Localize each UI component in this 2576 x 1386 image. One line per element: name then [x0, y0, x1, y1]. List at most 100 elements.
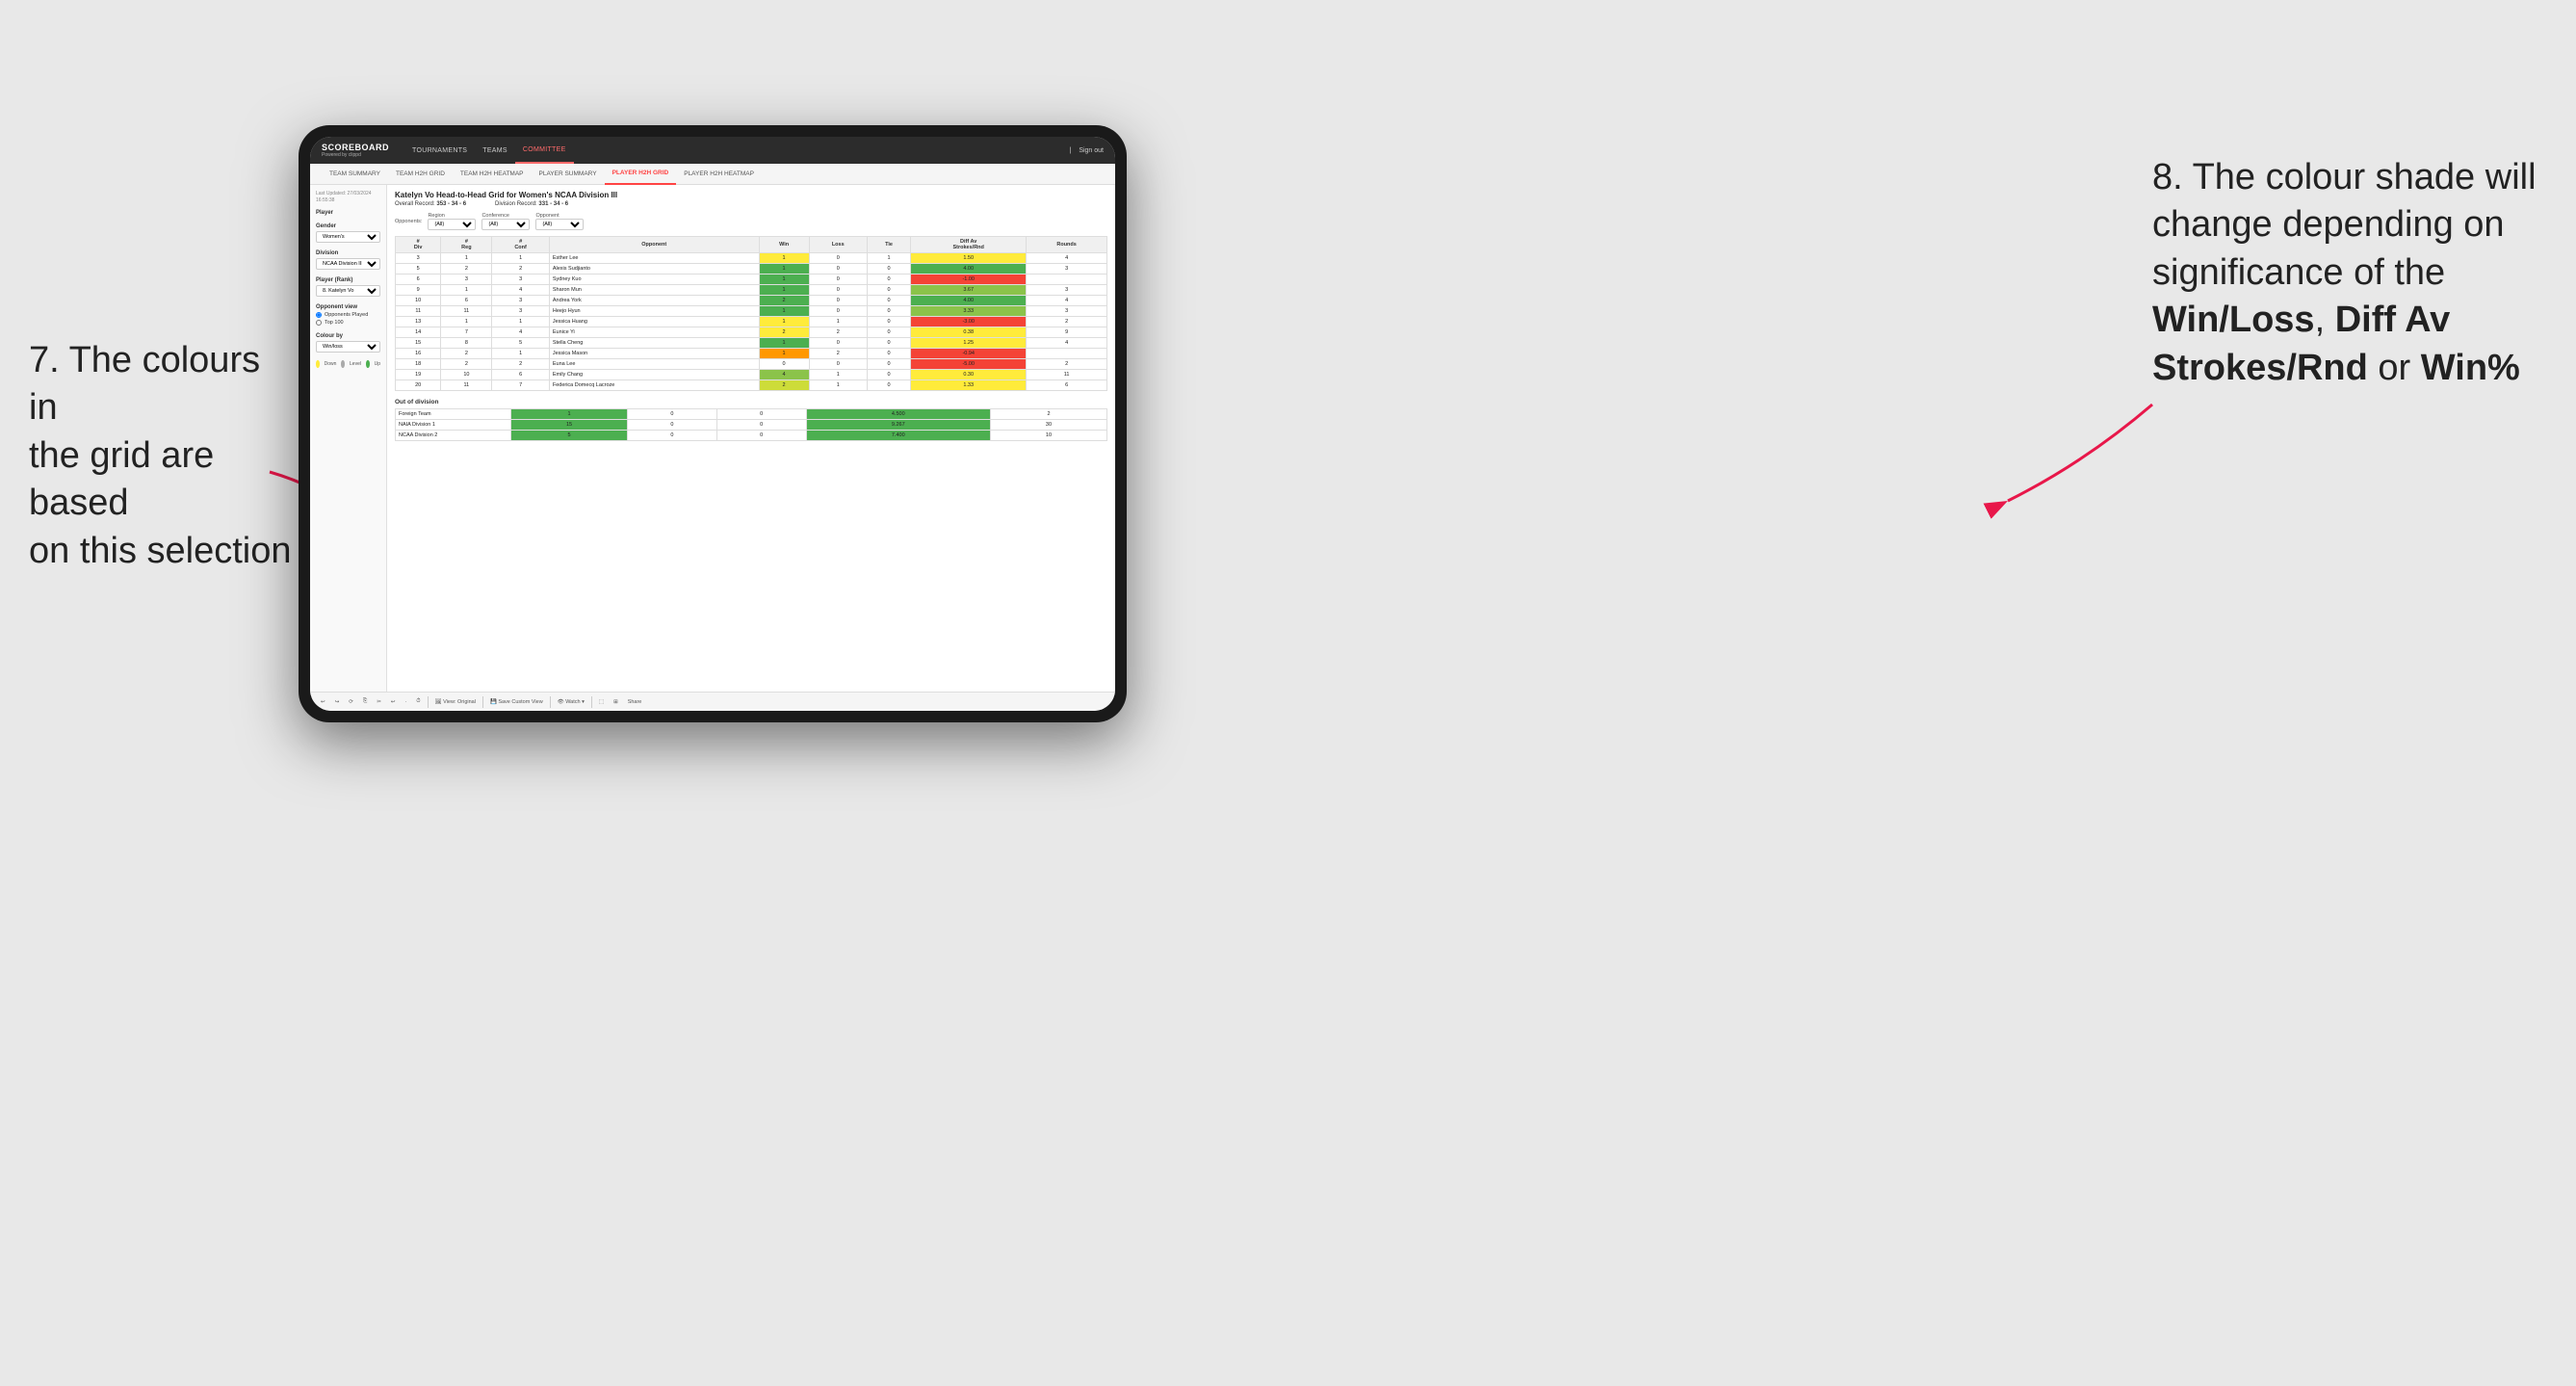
- sub-nav-team-h2h-heatmap[interactable]: TEAM H2H HEATMAP: [453, 164, 532, 185]
- back-button[interactable]: ↩: [388, 698, 399, 706]
- sub-nav-player-h2h-heatmap[interactable]: PLAYER H2H HEATMAP: [676, 164, 762, 185]
- level-dot: [341, 360, 345, 368]
- logo-area: SCOREBOARD Powered by clippd: [322, 143, 389, 158]
- cell-diff: 3.67: [911, 285, 1027, 296]
- cell-div: 5: [396, 264, 441, 275]
- cell-reg: 1: [441, 317, 492, 327]
- nav-teams[interactable]: TEAMS: [475, 137, 515, 164]
- top100-option[interactable]: Top 100: [316, 320, 380, 326]
- col-reg: #Reg: [441, 237, 492, 253]
- cell-label: NAIA Division 1: [396, 420, 511, 431]
- table-row: 10 6 3 Andrea York 2 0 0 4.00 4: [396, 296, 1107, 306]
- cell-div: 13: [396, 317, 441, 327]
- up-dot: [366, 360, 370, 368]
- down-dot: [316, 360, 320, 368]
- tablet-frame: SCOREBOARD Powered by clippd TOURNAMENTS…: [299, 125, 1127, 722]
- cell-diff: 3.33: [911, 306, 1027, 317]
- refresh-button[interactable]: ⟳: [346, 698, 356, 706]
- cell-diff: 4.00: [911, 264, 1027, 275]
- last-updated: Last Updated: 27/03/202416:55:38: [316, 191, 380, 204]
- cell-div: 6: [396, 275, 441, 285]
- cell-opponent: Emily Chang: [549, 370, 759, 380]
- more-button[interactable]: ·: [402, 698, 409, 706]
- cell-reg: 6: [441, 296, 492, 306]
- table-row: NCAA Division 2 5 0 0 7.400 10: [396, 431, 1107, 441]
- cell-conf: 2: [492, 264, 549, 275]
- player-rank-label: Player (Rank): [316, 277, 380, 283]
- cell-loss: 2: [809, 327, 867, 338]
- view-original-button[interactable]: 🖼 View: Original: [432, 698, 479, 706]
- col-rounds: Rounds: [1027, 237, 1107, 253]
- player-rank-select[interactable]: 8. Katelyn Vo: [316, 285, 380, 297]
- toolbar-sep-3: [550, 696, 551, 708]
- gender-section: Gender Women's: [316, 223, 380, 243]
- table-row: 15 8 5 Stella Cheng 1 0 0 1.25 4: [396, 338, 1107, 349]
- nav-committee[interactable]: COMMITTEE: [515, 137, 574, 164]
- cell-win: 1: [511, 409, 628, 420]
- region-select[interactable]: (All): [428, 219, 476, 230]
- toolbar-sep-2: [482, 696, 483, 708]
- colour-by-section: Colour by Win/loss: [316, 333, 380, 353]
- cell-reg: 11: [441, 306, 492, 317]
- redo-button[interactable]: ↪: [332, 698, 343, 706]
- cut-button[interactable]: ✂: [374, 698, 384, 706]
- copy-button[interactable]: ⎘: [360, 697, 370, 706]
- cell-div: 11: [396, 306, 441, 317]
- sub-nav-player-h2h-grid[interactable]: PLAYER H2H GRID: [605, 164, 677, 185]
- nav-tournaments[interactable]: TOURNAMENTS: [404, 137, 475, 164]
- sub-nav-team-h2h-grid[interactable]: TEAM H2H GRID: [388, 164, 453, 185]
- cell-win: 4: [759, 370, 809, 380]
- cell-loss: 1: [809, 380, 867, 391]
- colour-by-select[interactable]: Win/loss: [316, 341, 380, 353]
- nav-separator: |: [1069, 147, 1071, 154]
- down-label: Down: [325, 361, 337, 367]
- cell-win: 5: [511, 431, 628, 441]
- timer-button[interactable]: ⏱: [413, 697, 423, 706]
- grid-title: Katelyn Vo Head-to-Head Grid for Women's…: [395, 191, 1107, 199]
- cell-rounds: 4: [1027, 253, 1107, 264]
- sidebar: Last Updated: 27/03/202416:55:38 Player …: [310, 185, 387, 692]
- cell-rounds: 10: [990, 431, 1106, 441]
- grid-records: Overall Record: 353 - 34 - 6 Division Re…: [395, 201, 1107, 207]
- share-button[interactable]: Share: [625, 698, 645, 706]
- cell-loss: 2: [809, 349, 867, 359]
- cell-tie: 0: [716, 431, 806, 441]
- cell-win: 2: [759, 380, 809, 391]
- sub-nav-player-summary[interactable]: PLAYER SUMMARY: [532, 164, 605, 185]
- gender-select[interactable]: Women's: [316, 231, 380, 243]
- col-tie: Tie: [867, 237, 910, 253]
- cell-diff: 0.30: [911, 370, 1027, 380]
- table-row: 3 1 1 Esther Lee 1 0 1 1.50 4: [396, 253, 1107, 264]
- division-select[interactable]: NCAA Division III: [316, 258, 380, 270]
- opponent-select[interactable]: (All): [535, 219, 584, 230]
- undo-button[interactable]: ↩: [318, 698, 328, 706]
- save-custom-view-button[interactable]: 💾 Save Custom View: [487, 698, 546, 706]
- conference-select[interactable]: (All): [481, 219, 530, 230]
- top100-radio[interactable]: [316, 320, 322, 326]
- cell-reg: 11: [441, 380, 492, 391]
- cell-opponent: Esther Lee: [549, 253, 759, 264]
- h2h-table: #Div #Reg #Conf Opponent Win Loss Tie Di…: [395, 236, 1107, 391]
- opponents-played-option[interactable]: Opponents Played: [316, 312, 380, 318]
- sub-nav-team-summary[interactable]: TEAM SUMMARY: [322, 164, 388, 185]
- col-diff: Diff AvStrokes/Rnd: [911, 237, 1027, 253]
- cell-tie: 0: [867, 327, 910, 338]
- table-row: 5 2 2 Alexis Sudjianto 1 0 0 4.00 3: [396, 264, 1107, 275]
- cell-opponent: Sharon Mun: [549, 285, 759, 296]
- table-row: 16 2 1 Jessica Mason 1 2 0 -0.94: [396, 349, 1107, 359]
- table-row: 19 10 6 Emily Chang 4 1 0 0.30 11: [396, 370, 1107, 380]
- opponents-played-radio[interactable]: [316, 312, 322, 318]
- cell-opponent: Andrea York: [549, 296, 759, 306]
- grid-button[interactable]: ⊞: [611, 698, 621, 706]
- layout-button[interactable]: ⬚: [596, 698, 607, 706]
- cell-reg: 8: [441, 338, 492, 349]
- cell-win: 15: [511, 420, 628, 431]
- sign-out-link[interactable]: Sign out: [1079, 147, 1104, 154]
- opponent-view-section: Opponent view Opponents Played Top 100: [316, 304, 380, 326]
- cell-win: 1: [759, 349, 809, 359]
- cell-opponent: Jessica Huang: [549, 317, 759, 327]
- cell-reg: 2: [441, 359, 492, 370]
- cell-conf: 3: [492, 275, 549, 285]
- cell-loss: 0: [809, 264, 867, 275]
- watch-button[interactable]: 👁 Watch ▾: [555, 698, 587, 706]
